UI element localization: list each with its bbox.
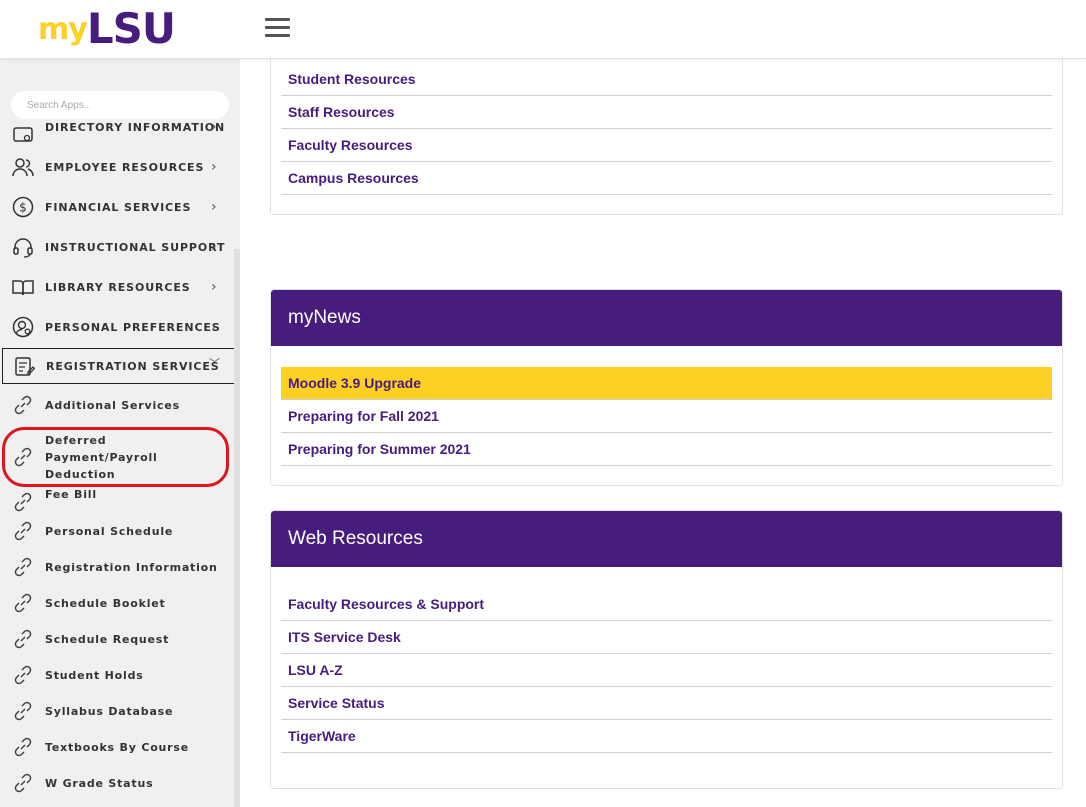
mynews-title: myNews [271, 290, 1062, 346]
sub-item-label: Registration Information [45, 560, 218, 574]
link-icon [14, 773, 32, 793]
link-staff-resources[interactable]: Staff Resources [281, 96, 1052, 129]
chevron-right-icon: › [211, 279, 217, 295]
sub-item-fee-bill[interactable]: Fee Bill [0, 477, 236, 513]
resources-card: Student Resources Staff Resources Facult… [270, 49, 1063, 215]
link-faculty-resources[interactable]: Faculty Resources [281, 129, 1052, 162]
sub-item-label: Schedule Request [45, 632, 170, 646]
sidebar-item-financial-services[interactable]: $ FINANCIAL SERVICES › [0, 187, 240, 227]
link-icon [14, 557, 32, 577]
mynews-link-list: Moodle 3.9 Upgrade Preparing for Fall 20… [271, 346, 1062, 466]
link-icon [14, 665, 32, 685]
web-resources-card: Web Resources Faculty Resources & Suppor… [270, 510, 1063, 789]
link-service-status[interactable]: Service Status [281, 687, 1052, 720]
link-icon [14, 521, 32, 541]
sidebar-item-label: EMPLOYEE RESOURCES [45, 160, 205, 174]
headset-icon [13, 238, 33, 258]
link-icon [14, 395, 32, 415]
sidebar-item-label: INSTRUCTIONAL SUPPORT [45, 240, 226, 254]
sub-item-label: Personal Schedule [45, 524, 174, 538]
sub-item-schedule-booklet[interactable]: Schedule Booklet [0, 585, 236, 621]
dollar-circle-icon: $ [12, 196, 34, 218]
link-preparing-summer-2021[interactable]: Preparing for Summer 2021 [281, 433, 1052, 466]
resources-link-list: Student Resources Staff Resources Facult… [271, 49, 1062, 195]
chevron-right-icon: › [211, 159, 217, 175]
sidebar-item-library-resources[interactable]: LIBRARY RESOURCES › [0, 267, 240, 307]
chevron-right-icon: › [211, 199, 217, 215]
sub-item-label: Schedule Booklet [45, 596, 166, 610]
link-lsu-a-z[interactable]: LSU A-Z [281, 654, 1052, 687]
main-content: Student Resources Staff Resources Facult… [240, 49, 1086, 807]
logo-my-text: my [38, 12, 88, 47]
link-icon [14, 701, 32, 721]
link-tigerware[interactable]: TigerWare [281, 720, 1052, 753]
document-edit-icon [15, 357, 35, 376]
id-card-icon [13, 127, 33, 142]
sub-item-additional-services[interactable]: Additional Services [0, 387, 236, 423]
sidebar-item-instructional-support[interactable]: INSTRUCTIONAL SUPPORT › [0, 227, 240, 267]
user-gear-icon [12, 316, 34, 338]
sub-item-label: Deferred Payment/Payroll Deduction [45, 433, 158, 481]
mylsu-logo[interactable]: my LSU [38, 4, 176, 53]
sub-item-label: Additional Services [45, 398, 180, 412]
chevron-right-icon: › [211, 119, 217, 135]
sub-item-schedule-request[interactable]: Schedule Request [0, 621, 236, 657]
sidebar-item-label: LIBRARY RESOURCES [45, 280, 191, 294]
chevron-down-icon: ﹀ [209, 357, 220, 370]
sidebar: DIRECTORY INFORMATION › EMPLOYEE RESOURC… [0, 59, 240, 807]
sub-item-label: Textbooks By Course [45, 740, 190, 754]
sub-item-student-holds[interactable]: Student Holds [0, 657, 236, 693]
sub-item-label: Fee Bill [45, 488, 97, 501]
sidebar-item-personal-preferences[interactable]: PERSONAL PREFERENCES › [0, 307, 240, 347]
link-icon [14, 629, 32, 649]
sub-item-personal-schedule[interactable]: Personal Schedule [0, 513, 236, 549]
chevron-right-icon: › [211, 239, 217, 255]
top-header: my LSU [0, 0, 1086, 59]
sidebar-item-registration-services[interactable]: REGISTRATION SERVICES ﹀ [2, 348, 239, 384]
logo-lsu-text: LSU [86, 4, 176, 53]
people-icon [12, 158, 34, 177]
sidebar-item-label: PERSONAL PREFERENCES [45, 320, 221, 334]
sidebar-item-employee-resources[interactable]: EMPLOYEE RESOURCES › [0, 147, 240, 187]
link-campus-resources[interactable]: Campus Resources [281, 162, 1052, 195]
link-its-service-desk[interactable]: ITS Service Desk [281, 621, 1052, 654]
chevron-right-icon: › [211, 319, 217, 335]
mynews-card: myNews Moodle 3.9 Upgrade Preparing for … [270, 289, 1063, 486]
sidebar-item-directory-information[interactable]: DIRECTORY INFORMATION › [0, 107, 240, 147]
sub-item-label: Syllabus Database [45, 704, 174, 718]
web-resources-link-list: Faculty Resources & Support ITS Service … [271, 567, 1062, 753]
sidebar-item-label: DIRECTORY INFORMATION [45, 121, 226, 134]
link-icon [14, 492, 32, 512]
sub-item-textbooks-by-course[interactable]: Textbooks By Course [0, 729, 236, 765]
link-icon [14, 447, 32, 467]
link-icon [14, 737, 32, 757]
link-faculty-resources-support[interactable]: Faculty Resources & Support [281, 588, 1052, 621]
link-moodle-upgrade[interactable]: Moodle 3.9 Upgrade [281, 367, 1052, 400]
sub-item-label: Student Holds [45, 668, 144, 682]
link-preparing-fall-2021[interactable]: Preparing for Fall 2021 [281, 400, 1052, 433]
web-resources-title: Web Resources [271, 511, 1062, 567]
sidebar-item-label: FINANCIAL SERVICES [45, 200, 192, 214]
sidebar-item-label: REGISTRATION SERVICES [46, 359, 220, 373]
svg-text:$: $ [19, 201, 27, 215]
sub-item-syllabus-database[interactable]: Syllabus Database [0, 693, 236, 729]
sub-item-deferred-payment[interactable]: Deferred Payment/Payroll Deduction [0, 430, 236, 484]
open-book-icon [12, 280, 34, 296]
link-student-resources[interactable]: Student Resources [281, 63, 1052, 96]
sub-item-registration-information[interactable]: Registration Information [0, 549, 236, 585]
link-icon [14, 593, 32, 613]
hamburger-menu-icon[interactable] [265, 18, 290, 38]
sub-item-label: W Grade Status [45, 776, 154, 790]
sub-item-w-grade-status[interactable]: W Grade Status [0, 765, 236, 801]
